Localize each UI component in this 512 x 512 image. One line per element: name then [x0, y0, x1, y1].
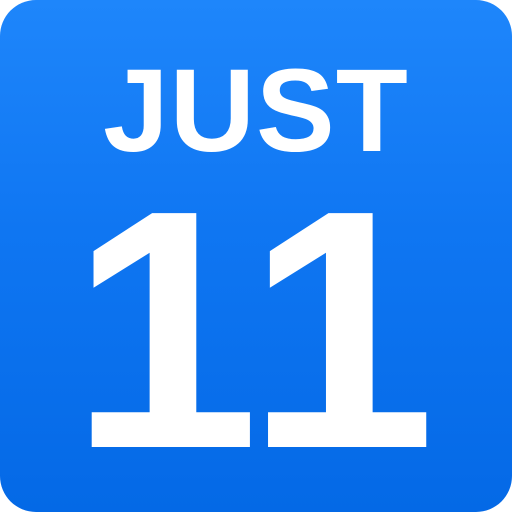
icon-number-label: 11 — [70, 140, 442, 512]
app-icon-tile[interactable]: JUST 11 — [0, 0, 512, 512]
